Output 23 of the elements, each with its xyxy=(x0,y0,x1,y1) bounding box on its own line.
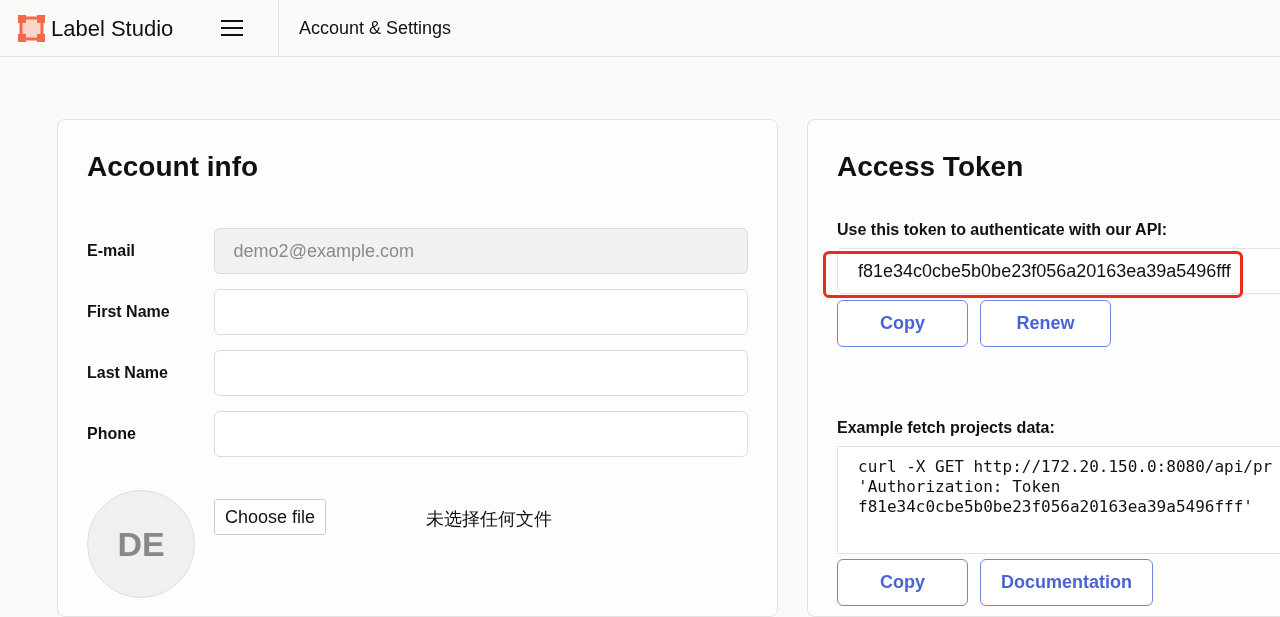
copy-button[interactable]: Copy xyxy=(837,559,968,606)
input-field[interactable] xyxy=(213,289,748,335)
field-label: Example fetch projects data: xyxy=(837,418,1056,438)
brand-name: Label Studio xyxy=(51,14,174,43)
action-button[interactable]: Renew xyxy=(980,300,1111,347)
field-label: Last Name xyxy=(87,363,169,383)
file-status: 未选择任何文件 xyxy=(426,508,553,531)
field-label: E-mail xyxy=(87,241,136,261)
field-label: Use this token to authenticate with our API: xyxy=(837,220,1169,240)
logo-icon xyxy=(18,14,45,42)
choose-file-button[interactable]: Choose file xyxy=(214,499,327,535)
menu-icon[interactable] xyxy=(221,20,244,36)
card-title: Account info xyxy=(87,150,260,184)
token-field[interactable]: f81e34c0cbe5b0be23f056a20163ea39a5496fff xyxy=(837,248,1280,294)
field-label: First Name xyxy=(87,302,171,322)
card-title: Access Token xyxy=(837,150,1025,184)
input-field[interactable] xyxy=(213,350,748,396)
input-field[interactable] xyxy=(213,411,748,457)
field-label: Phone xyxy=(87,424,137,444)
action-button[interactable]: Documentation xyxy=(980,559,1153,606)
code-block: curl -X GET http://172.20.150.0:8080/api/pr 'Authorization: Token f81e34c0cbe5b0be23f056a20163ea39a5496fff' xyxy=(837,446,1280,554)
page-title: Account & Settings xyxy=(299,16,452,40)
copy-button[interactable]: Copy xyxy=(837,300,968,347)
